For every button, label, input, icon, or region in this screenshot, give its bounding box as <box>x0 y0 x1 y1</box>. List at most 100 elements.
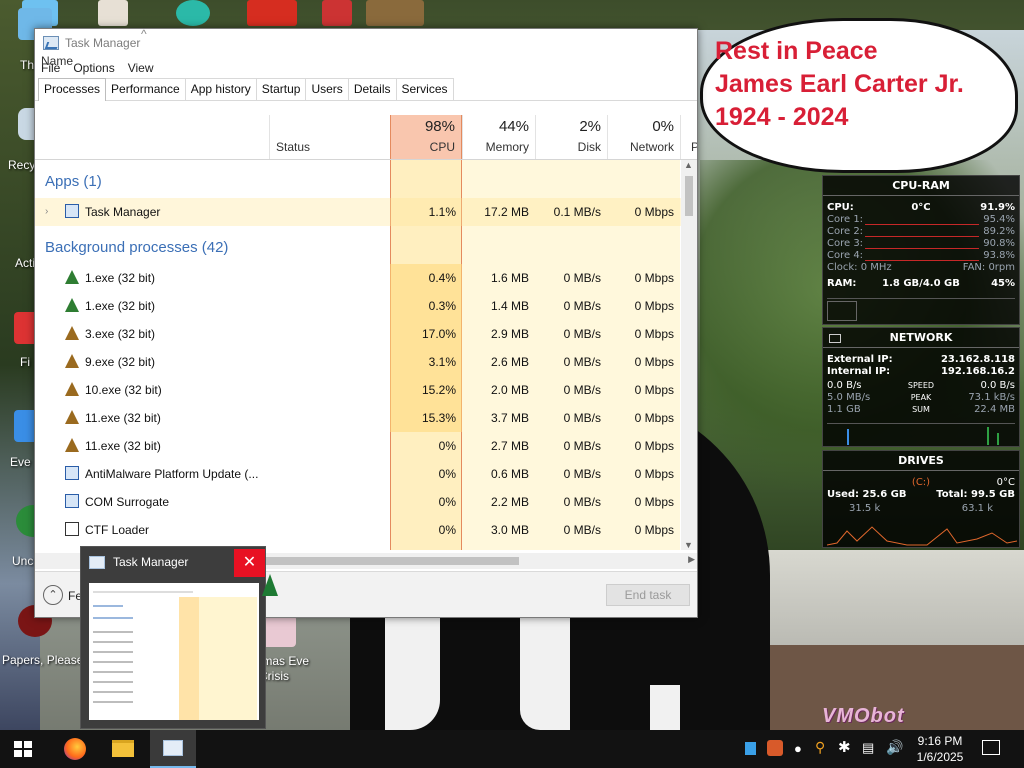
process-memory: 17.2 MB <box>484 205 529 219</box>
process-disk: 0 MB/s <box>563 495 601 509</box>
process-name: Task Manager <box>85 205 161 219</box>
drive-write: 63.1 k <box>961 503 993 514</box>
tab-users[interactable]: Users <box>305 78 349 100</box>
process-memory: 2.7 MB <box>490 439 529 453</box>
desktop-top-icon-3[interactable] <box>176 0 210 26</box>
process-network: 0 Mbps <box>634 299 674 313</box>
column-name-label: Name <box>41 54 74 68</box>
column-header-memory[interactable]: 44% Memory <box>462 115 535 160</box>
windows-start-icon <box>14 741 32 757</box>
taskbar-firefox[interactable] <box>52 730 98 768</box>
network-total-pct: 0% <box>652 118 674 135</box>
apps-section-header[interactable]: Apps (1) <box>45 173 102 190</box>
brown-tree-icon <box>65 382 79 396</box>
tab-app-history[interactable]: App history <box>184 78 257 100</box>
vertical-scrollbar[interactable]: ▲ ▼ <box>681 160 697 550</box>
task-manager-icon <box>163 740 183 756</box>
table-row[interactable]: CTF Loader 0% 3.0 MB 0 MB/s 0 Mbps <box>35 516 685 544</box>
tab-details[interactable]: Details <box>347 78 397 100</box>
taskbar-thumbnail-preview[interactable]: Task Manager ✕ <box>80 546 266 729</box>
start-button[interactable] <box>0 730 46 768</box>
table-row[interactable]: 1.exe (32 bit) 0.3% 1.4 MB 0 MB/s 0 Mbps <box>35 292 685 320</box>
table-row[interactable]: 10.exe (32 bit) 15.2% 2.0 MB 0 MB/s 0 Mbps <box>35 376 685 404</box>
desktop-top-icon-6[interactable] <box>366 0 424 26</box>
tray-app-icon[interactable] <box>745 742 756 755</box>
folder-icon <box>112 740 134 757</box>
end-task-button[interactable]: End task <box>606 584 690 606</box>
desktop-icon-christmas-eve-crisis[interactable] <box>262 615 296 647</box>
table-row[interactable]: 11.exe (32 bit) 15.3% 3.7 MB 0 MB/s 0 Mbps <box>35 404 685 432</box>
brown-tree-icon <box>65 410 79 424</box>
drive-label: (C:) <box>911 477 931 488</box>
process-name: AntiMalware Platform Update (... <box>85 467 259 481</box>
desktop-top-icon-2[interactable] <box>98 0 128 26</box>
fan-speed: FAN: 0rpm <box>962 262 1015 273</box>
process-memory: 0.6 MB <box>490 467 529 481</box>
column-header-network[interactable]: 0% Network <box>607 115 680 160</box>
process-network: 0 Mbps <box>634 355 674 369</box>
green-tree-icon <box>65 298 79 312</box>
table-row[interactable]: 1.exe (32 bit) 0.4% 1.6 MB 0 MB/s 0 Mbps <box>35 264 685 292</box>
background-section-header[interactable]: Background processes (42) <box>45 239 228 256</box>
process-cpu: 0% <box>438 523 456 537</box>
column-header-status[interactable]: Status <box>269 115 390 160</box>
table-row[interactable]: › Task Manager 1.1% 17.2 MB 0.1 MB/s 0 M… <box>35 198 685 226</box>
clock-date: 1/6/2025 <box>916 750 964 764</box>
taskbar-clock[interactable]: 9:16 PM 1/6/2025 <box>912 733 968 765</box>
tab-performance[interactable]: Performance <box>105 78 186 100</box>
fewer-details-icon[interactable]: ⌃ <box>43 585 63 605</box>
tray-drop-icon[interactable]: ● <box>794 741 802 756</box>
core-label: Core 3: <box>827 238 864 249</box>
process-cpu: 15.2% <box>421 383 456 397</box>
expand-chevron-icon[interactable]: › <box>45 206 48 217</box>
tray-brightness-icon[interactable]: ✱ <box>838 738 851 756</box>
table-row[interactable]: 9.exe (32 bit) 3.1% 2.6 MB 0 MB/s 0 Mbps <box>35 348 685 376</box>
process-network: 0 Mbps <box>634 523 674 537</box>
drive-used: Used: 25.6 GB <box>827 489 907 500</box>
tray-paint-icon[interactable] <box>767 740 783 756</box>
desktop-label-unc: Unc <box>12 554 34 568</box>
thumbnail-close-button[interactable]: ✕ <box>234 549 265 577</box>
tab-processes[interactable]: Processes <box>38 78 107 101</box>
scroll-up-icon[interactable]: ▲ <box>684 160 693 170</box>
desktop-label-recycle: Recy <box>8 158 36 172</box>
volume-icon[interactable]: 🔊 <box>886 739 903 756</box>
process-name: 11.exe (32 bit) <box>85 411 161 425</box>
taskbar-task-manager[interactable] <box>150 730 196 768</box>
tab-services[interactable]: Services <box>395 78 454 100</box>
desktop-top-icon-4[interactable] <box>247 0 297 26</box>
scroll-right-icon[interactable]: ▶ <box>688 554 695 565</box>
core-value: 90.8% <box>983 238 1015 249</box>
desktop-top-icon-5[interactable] <box>322 0 352 26</box>
core-label: Core 2: <box>827 226 864 237</box>
tray-search-icon[interactable]: ⚲ <box>815 739 825 756</box>
column-header-name[interactable]: ^ Name <box>35 29 269 74</box>
watermark: VMObot <box>822 705 905 727</box>
process-cpu: 0% <box>438 467 456 481</box>
process-disk: 0 MB/s <box>563 271 601 285</box>
sort-arrow-icon: ^ <box>141 28 147 41</box>
table-row[interactable]: COM Surrogate 0% 2.2 MB 0 MB/s 0 Mbps <box>35 488 685 516</box>
column-header-cpu[interactable]: 98% CPU <box>390 115 462 160</box>
power-label: P <box>691 140 697 154</box>
table-row[interactable]: AntiMalware Platform Update (... 0% 0.6 MB… <box>35 460 685 488</box>
drive-activity-graph <box>827 526 1017 546</box>
taskbar-file-explorer[interactable] <box>100 730 146 768</box>
scroll-down-icon[interactable]: ▼ <box>684 540 693 550</box>
process-cpu: 3.1% <box>428 355 456 369</box>
network-icon[interactable]: ▤ <box>862 740 874 756</box>
process-memory: 2.0 MB <box>490 383 529 397</box>
tab-startup[interactable]: Startup <box>255 78 307 100</box>
task-manager-icon <box>89 555 105 569</box>
table-row[interactable]: 3.exe (32 bit) 17.0% 2.9 MB 0 MB/s 0 Mbps <box>35 320 685 348</box>
column-header-power[interactable]: P <box>680 115 697 160</box>
peak-up: 73.1 kB/s <box>968 392 1015 403</box>
column-header-disk[interactable]: 2% Disk <box>535 115 607 160</box>
notification-icon[interactable] <box>982 740 1000 755</box>
disk-total-pct: 2% <box>579 118 601 135</box>
desktop-label-this-pc: Th <box>20 58 35 72</box>
task-manager-window[interactable]: Task Manager File Options View Processes… <box>34 28 698 618</box>
column-status-label: Status <box>276 140 311 154</box>
table-row[interactable]: 11.exe (32 bit) 0% 2.7 MB 0 MB/s 0 Mbps <box>35 432 685 460</box>
vertical-scroll-thumb[interactable] <box>685 176 693 216</box>
